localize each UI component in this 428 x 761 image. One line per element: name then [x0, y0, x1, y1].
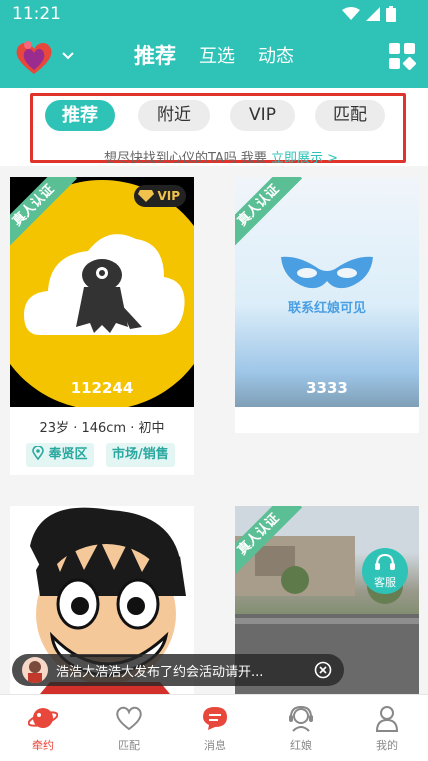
chevron-down-icon[interactable] [60, 48, 76, 64]
location-pin-icon [32, 445, 44, 461]
profile-meta: 23岁 · 146cm · 初中 [39, 421, 165, 436]
status-icons [342, 6, 396, 22]
bottom-nav-messages[interactable]: 消息 [172, 703, 258, 753]
profile-photo: 联系红娘可见 真人认证 3333 [235, 177, 419, 407]
bottom-nav-label: 红娘 [290, 739, 312, 752]
location-tag: 奉贤区 [26, 443, 94, 467]
heart-icon [116, 706, 142, 731]
promo-hint-text: 想尽快找到心仪的TA吗 我要 [103, 151, 272, 166]
tab-mutual-select[interactable]: 互选 [199, 42, 235, 68]
status-bar: 11:21 [0, 0, 428, 30]
chip-nearby[interactable]: 附近 [138, 100, 210, 131]
tab-recommend[interactable]: 推荐 [134, 40, 176, 70]
top-nav: 推荐 互选 动态 [0, 36, 428, 80]
customer-service-label: 客服 [374, 576, 396, 589]
filter-panel: 推荐 附近 VIP 匹配 想尽快找到心仪的TA吗 我要 立即展示 > [0, 88, 428, 166]
chip-recommend[interactable]: 推荐 [45, 100, 115, 131]
headset-icon [289, 705, 313, 732]
vip-badge: VIP [134, 185, 186, 207]
customer-service-button[interactable]: 客服 [362, 548, 408, 594]
profile-card[interactable]: 联系红娘可见 真人认证 3333 [235, 177, 419, 433]
bottom-nav-label: 消息 [204, 739, 226, 752]
status-time: 11:21 [12, 4, 61, 24]
bottom-nav-label: 我的 [376, 739, 398, 752]
app-header: 11:21 推荐 互选 动态 [0, 0, 428, 88]
notice-avatar [22, 657, 48, 683]
profile-card[interactable]: 真人认证 VIP 112244 23岁 · 146cm · 初中 奉贤区 市场/… [10, 177, 194, 475]
bottom-nav-me[interactable]: 我的 [344, 703, 428, 753]
planet-icon [28, 708, 58, 728]
bottom-nav-label: 匹配 [118, 739, 140, 752]
battery-icon [386, 6, 396, 22]
bottom-nav-label: 牵约 [32, 739, 54, 752]
mask-icon [281, 256, 373, 289]
promo-hint: 想尽快找到心仪的TA吗 我要 立即展示 > [33, 147, 409, 166]
bottom-nav: 牵约 匹配 消息 红娘 我的 [0, 694, 428, 761]
vip-badge-label: VIP [157, 189, 180, 203]
contact-matchmaker-text: 联系红娘可见 [287, 301, 366, 316]
profile-id: 3333 [306, 379, 348, 397]
notice-text: 浩浩大浩浩大发布了约会活动请开... [56, 665, 264, 680]
diamond-icon [138, 190, 155, 202]
profile-photo: 真人认证 VIP 112244 [10, 177, 194, 407]
message-icon [203, 707, 227, 730]
bottom-nav-matchmaker[interactable]: 红娘 [258, 703, 344, 753]
profile-id: 112244 [70, 379, 134, 397]
wifi-icon [342, 7, 360, 20]
close-icon[interactable] [314, 661, 332, 679]
tab-moments[interactable]: 动态 [258, 42, 294, 68]
headset-icon [375, 553, 395, 570]
filter-highlight-box: 推荐 附近 VIP 匹配 想尽快找到心仪的TA吗 我要 立即展示 > [30, 93, 409, 166]
bottom-nav-match[interactable]: 匹配 [86, 703, 172, 753]
activity-notice[interactable]: 浩浩大浩浩大发布了约会活动请开... [12, 654, 344, 686]
signal-icon [366, 7, 380, 21]
chip-vip[interactable]: VIP [230, 100, 295, 131]
chip-match[interactable]: 匹配 [315, 100, 385, 131]
bottom-nav-date[interactable]: 牵约 [0, 703, 86, 753]
person-icon [375, 706, 399, 732]
location-tag-label: 奉贤区 [48, 447, 88, 462]
show-now-link[interactable]: 立即展示 > [271, 151, 338, 166]
verified-ribbon: 真人认证 [235, 177, 303, 250]
app-logo-icon[interactable] [14, 40, 54, 76]
occupation-tag: 市场/销售 [106, 443, 175, 467]
grid-menu-icon[interactable] [388, 42, 416, 70]
